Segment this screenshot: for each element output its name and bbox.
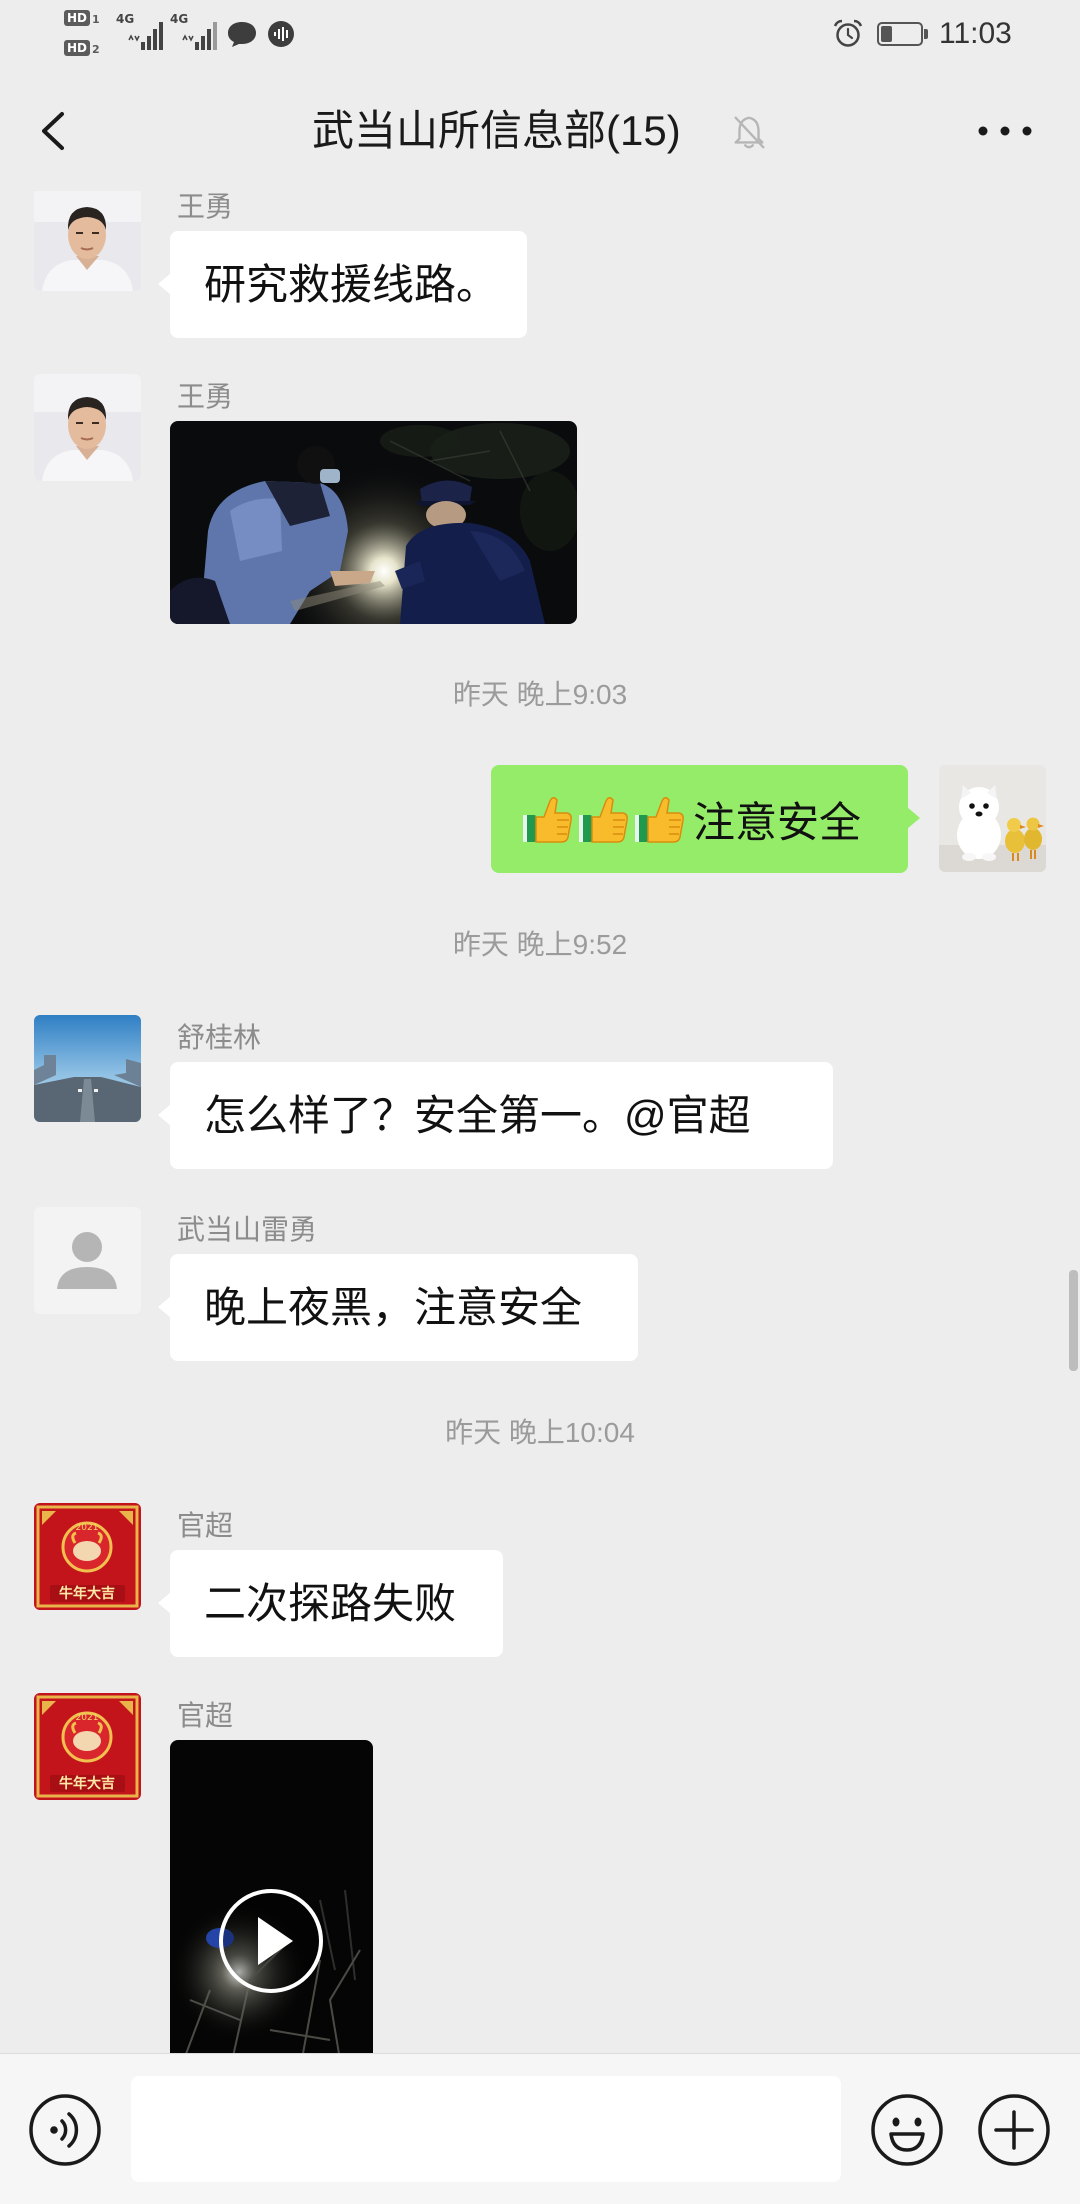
- message-bubble[interactable]: 晚上夜黑，注意安全: [158, 1254, 638, 1361]
- sender-name: 王勇: [177, 381, 234, 412]
- avatar[interactable]: [34, 374, 141, 481]
- signal-icon: 4G: [116, 12, 166, 52]
- thumbs-up-icon: [635, 797, 684, 843]
- message-list[interactable]: 王勇 研究救援线路。 王勇 昨天 晚上9:03 注意安全 昨天 晚上9:52 舒…: [0, 191, 1080, 2053]
- plus-icon[interactable]: [976, 2092, 1052, 2168]
- avatar[interactable]: 2021 牛年大吉: [34, 1693, 141, 1800]
- voice-input-icon[interactable]: [27, 2092, 103, 2168]
- hd-sim2-icon: HD 2: [64, 38, 100, 56]
- avatar[interactable]: 2021 牛年大吉: [34, 1503, 141, 1610]
- message-item: 王勇 研究救援线路。: [0, 191, 1080, 344]
- hd-label: HD: [64, 10, 91, 26]
- chat-title: 武当山所信息部(15): [312, 107, 681, 154]
- avatar-year-text: 2021: [76, 1523, 99, 1533]
- sender-name: 官超: [177, 1510, 234, 1541]
- image-message[interactable]: [170, 421, 577, 624]
- sender-name: 王勇: [177, 191, 234, 222]
- video-message[interactable]: [170, 1740, 373, 2053]
- avatar[interactable]: [34, 191, 141, 291]
- voice-notification-icon: [268, 21, 294, 47]
- message-bubble[interactable]: 怎么样了？安全第一。@官超: [158, 1062, 833, 1169]
- status-bar: HD 1 HD 2 4G 4G 11:03: [0, 0, 1080, 67]
- timestamp: 昨天 晚上9:52: [452, 929, 628, 960]
- more-dots-icon[interactable]: [975, 121, 1035, 141]
- message-item: 2021 牛年大吉 官超 二次探路失败: [0, 1503, 1080, 1663]
- battery-icon: [877, 22, 923, 46]
- message-input[interactable]: [131, 2076, 841, 2182]
- scroll-indicator[interactable]: [1069, 1270, 1078, 1371]
- message-bubble[interactable]: 二次探路失败: [158, 1550, 503, 1657]
- alarm-icon: [833, 19, 863, 47]
- avatar[interactable]: [34, 1015, 141, 1122]
- sender-name: 武当山雷勇: [177, 1214, 318, 1245]
- avatar-self[interactable]: [939, 765, 1046, 872]
- chevron-left-icon[interactable]: [30, 107, 78, 155]
- timestamp: 昨天 晚上9:03: [452, 679, 628, 710]
- battery-level: [881, 26, 893, 42]
- message-text: 注意安全: [693, 798, 862, 846]
- battery-tip: [924, 29, 928, 39]
- message-bubble-self[interactable]: 注意安全: [491, 765, 920, 873]
- avatar-default[interactable]: [34, 1207, 141, 1314]
- message-item: 武当山雷勇 晚上夜黑，注意安全: [0, 1207, 1080, 1367]
- message-item-self: 注意安全: [0, 765, 1080, 875]
- input-bar: [0, 2053, 1080, 2204]
- message-item: 2021 牛年大吉 官超: [0, 1693, 1080, 2053]
- thumbs-up-icon: [523, 797, 572, 843]
- avatar-greeting-text: 牛年大吉: [59, 1775, 115, 1791]
- thumbs-up-icon: [579, 797, 628, 843]
- message-item: 舒桂林 怎么样了？安全第一。@官超: [0, 1015, 1080, 1175]
- hd-sub: 2: [92, 43, 100, 56]
- avatar-year-text: 2021: [76, 1713, 99, 1723]
- signal-icon: 4G: [170, 12, 220, 52]
- message-bubble[interactable]: 研究救援线路。: [158, 231, 527, 338]
- emoji-icon[interactable]: [869, 2092, 945, 2168]
- hd-sim1-icon: HD 1: [64, 8, 100, 26]
- play-icon[interactable]: [219, 1889, 323, 1993]
- chat-header: 武当山所信息部(15): [0, 67, 1080, 191]
- message-notification-icon: [228, 22, 256, 47]
- avatar-greeting-text: 牛年大吉: [59, 1585, 115, 1601]
- sender-name: 官超: [177, 1700, 234, 1731]
- sender-name: 舒桂林: [177, 1022, 262, 1053]
- timestamp: 昨天 晚上10:04: [445, 1417, 635, 1448]
- hd-label: HD: [64, 40, 91, 56]
- chat-screen: HD 1 HD 2 4G 4G 11:03 武当山所信息部(15) 王勇 研究救…: [0, 0, 1080, 2204]
- hd-sub: 1: [92, 13, 100, 26]
- bell-off-icon: [734, 116, 765, 149]
- message-item: 王勇: [0, 374, 1080, 634]
- status-time: 11:03: [939, 17, 1012, 50]
